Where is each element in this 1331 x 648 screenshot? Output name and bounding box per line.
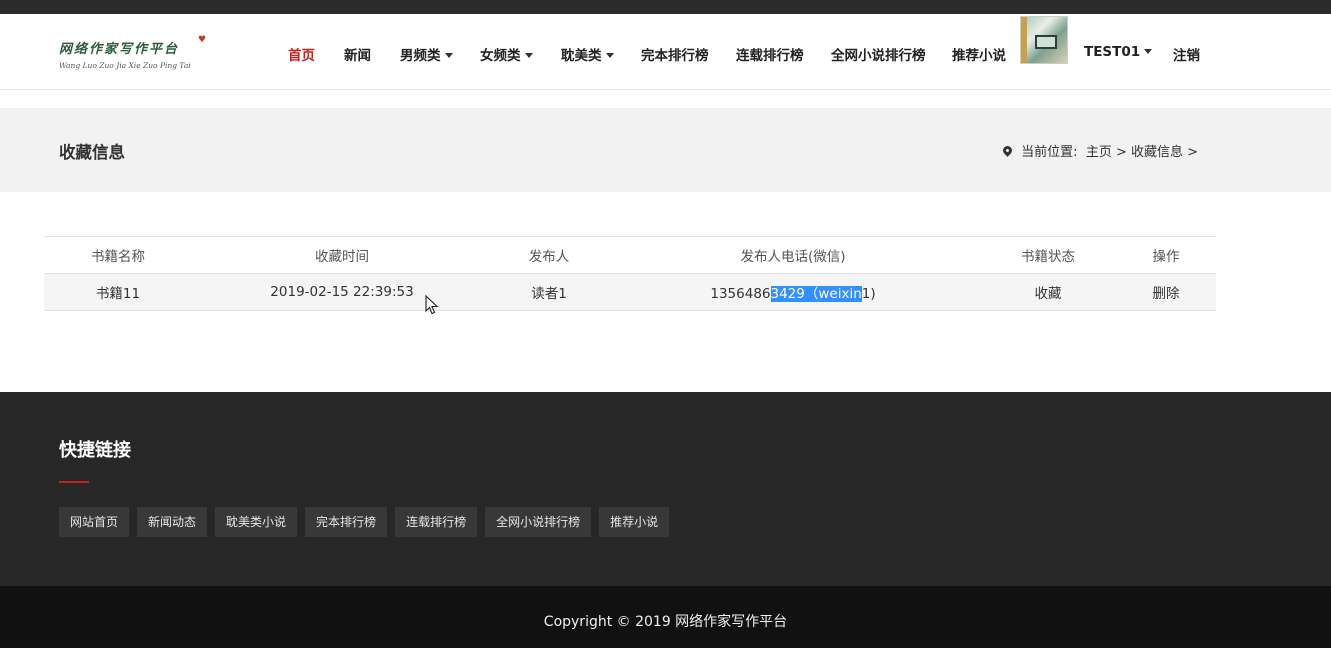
map-pin-icon: [1001, 144, 1015, 157]
page-title: 收藏信息: [59, 143, 125, 162]
nav-news[interactable]: 新闻: [344, 44, 371, 64]
footer-link-serial-rank[interactable]: 连载排行榜: [395, 507, 478, 537]
table-header-row: 书籍名称 收藏时间 发布人 发布人电话(微信) 书籍状态 操作: [44, 236, 1216, 274]
user-avatar[interactable]: [1020, 16, 1068, 64]
title-underline: [59, 481, 89, 483]
nav-home[interactable]: 首页: [288, 44, 315, 64]
nav-recommend[interactable]: 推荐小说: [952, 44, 1006, 64]
table-row: 书籍11 2019-02-15 22:39:53 读者1 13564863429…: [44, 273, 1216, 311]
copyright-text: Copyright © 2019 网络作家写作平台: [543, 614, 788, 630]
footer: 快捷链接 网站首页 新闻动态 耽美类小说 完本排行榜 连载排行榜 全网小说排行榜…: [0, 392, 1331, 586]
col-publisher: 发布人: [492, 236, 606, 274]
cell-publisher-phone: 13564863429（weixin1): [606, 273, 980, 311]
quick-links: 网站首页 新闻动态 耽美类小说 完本排行榜 连载排行榜 全网小说排行榜 推荐小说: [59, 507, 670, 537]
favorites-table: 书籍名称 收藏时间 发布人 发布人电话(微信) 书籍状态 操作 书籍11 201…: [44, 236, 1216, 311]
footer-link-news[interactable]: 新闻动态: [137, 507, 208, 537]
user-menu-dropdown[interactable]: TEST01: [1084, 44, 1153, 60]
breadcrumb-prefix: 当前位置:: [1021, 145, 1078, 160]
phone-text-selected: 3429（weixin: [770, 286, 862, 302]
breadcrumb-path[interactable]: 主页 > 收藏信息 >: [1086, 145, 1198, 160]
cell-book-status: 收藏: [980, 273, 1116, 311]
navbar: 网络作家写作平台 ♥ Wang Luo Zuo Jia Xie Zuo Ping…: [0, 14, 1331, 90]
delete-link[interactable]: 删除: [1116, 273, 1216, 311]
user-name: TEST01: [1084, 44, 1141, 60]
nav-female-dropdown[interactable]: 女频类: [480, 44, 533, 64]
nav-serial-rank[interactable]: 连载排行榜: [736, 44, 804, 64]
favorites-table-wrap: 书籍名称 收藏时间 发布人 发布人电话(微信) 书籍状态 操作 书籍11 201…: [44, 236, 1216, 311]
cell-publisher: 读者1: [492, 273, 606, 311]
nav-male-label: 男频类: [400, 48, 441, 64]
avatar-window: [1035, 35, 1057, 49]
footer-link-recommend[interactable]: 推荐小说: [599, 507, 670, 537]
footer-link-finished-rank[interactable]: 完本排行榜: [305, 507, 388, 537]
col-actions: 操作: [1116, 236, 1216, 274]
page-title-bar: 收藏信息 当前位置: 主页 > 收藏信息 >: [0, 108, 1331, 192]
caret-down-icon: [605, 52, 614, 58]
col-publisher-phone: 发布人电话(微信): [606, 236, 980, 274]
nav-danmei-dropdown[interactable]: 耽美类: [561, 44, 614, 64]
main-nav: 首页 新闻 男频类 女频类 耽美类 完本排行榜 连载排行榜 全网小说排行榜 推荐…: [0, 14, 1331, 90]
footer-link-danmei[interactable]: 耽美类小说: [215, 507, 298, 537]
phone-text-start: 1356486: [710, 286, 771, 302]
nav-danmei-label: 耽美类: [561, 48, 602, 64]
caret-down-icon: [1144, 48, 1153, 54]
mouse-cursor-icon: [425, 295, 439, 315]
avatar-spine: [1021, 17, 1027, 63]
nav-female-label: 女频类: [480, 48, 521, 64]
footer-link-home[interactable]: 网站首页: [59, 507, 130, 537]
breadcrumb: 当前位置: 主页 > 收藏信息 >: [1001, 141, 1198, 160]
nav-finished-rank[interactable]: 完本排行榜: [641, 44, 709, 64]
nav-allnet-rank[interactable]: 全网小说排行榜: [831, 44, 926, 64]
footer-link-allnet-rank[interactable]: 全网小说排行榜: [485, 507, 592, 537]
caret-down-icon: [524, 52, 533, 58]
copyright-bar: Copyright © 2019 网络作家写作平台: [0, 586, 1331, 648]
col-book-name: 书籍名称: [44, 236, 192, 274]
phone-text-end: 1): [861, 286, 876, 302]
col-book-status: 书籍状态: [980, 236, 1116, 274]
logout-link[interactable]: 注销: [1173, 44, 1200, 64]
cell-favorite-time: 2019-02-15 22:39:53: [192, 273, 492, 311]
quick-links-title: 快捷链接: [59, 440, 131, 461]
top-strip: [0, 0, 1331, 14]
nav-male-dropdown[interactable]: 男频类: [400, 44, 453, 64]
cell-book-name: 书籍11: [44, 273, 192, 311]
caret-down-icon: [444, 52, 453, 58]
col-favorite-time: 收藏时间: [192, 236, 492, 274]
